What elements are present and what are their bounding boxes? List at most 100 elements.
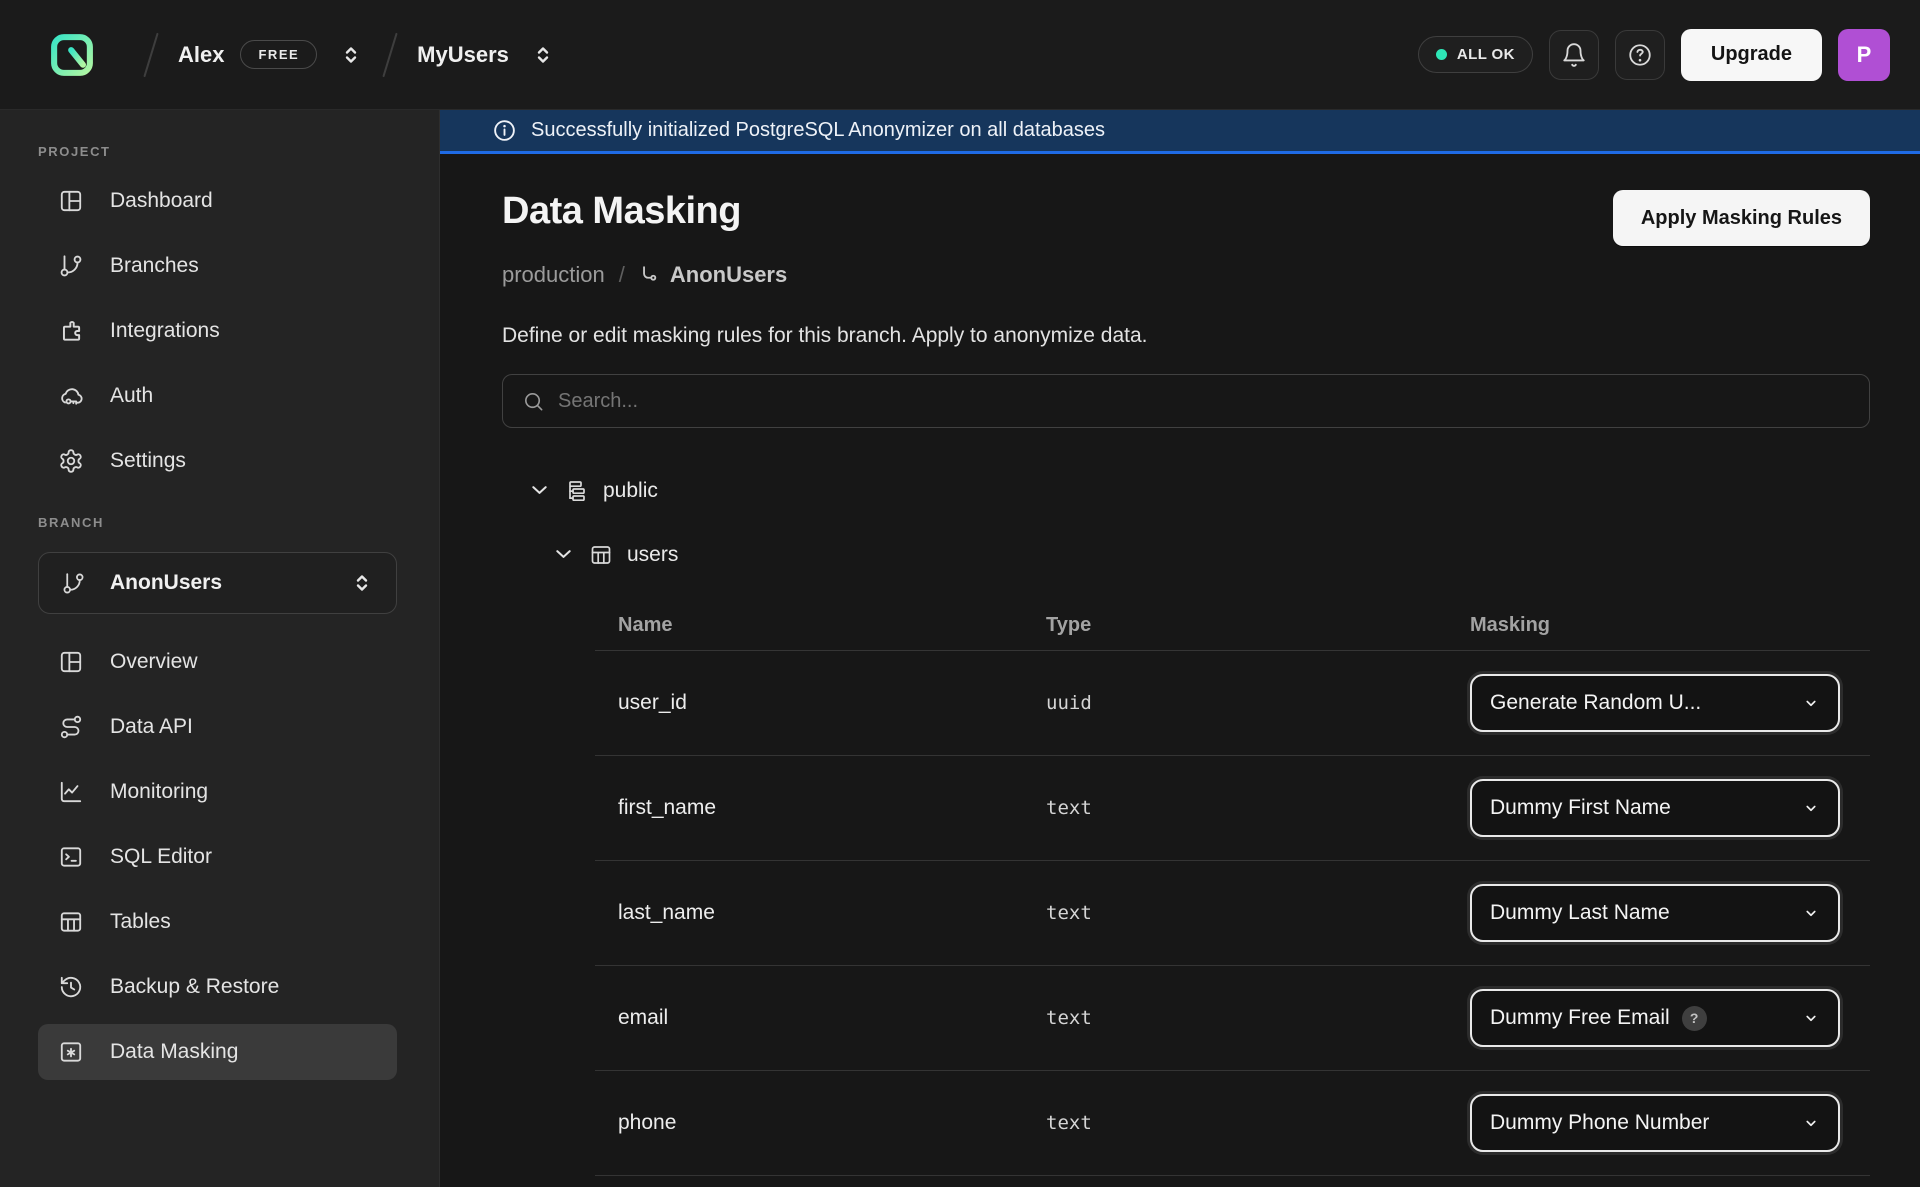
column-type: text <box>1046 797 1470 819</box>
column-type: text <box>1046 902 1470 924</box>
sidebar-item-label: Settings <box>110 449 186 473</box>
masking-rule-select[interactable]: Dummy First Name <box>1470 779 1840 837</box>
chevrons-up-down-icon <box>531 43 555 67</box>
sidebar-item-sql-editor[interactable]: SQL Editor <box>38 829 397 885</box>
org-name: Alex <box>178 42 224 68</box>
help-button[interactable] <box>1615 30 1665 80</box>
project-switcher[interactable]: MyUsers <box>417 42 555 68</box>
branch-nav: Overview Data API Monitoring SQL Edi <box>38 634 397 1080</box>
sidebar-item-label: Tables <box>110 910 171 934</box>
search-icon <box>522 390 545 413</box>
chevron-down-icon <box>1802 1009 1820 1027</box>
table-name: users <box>627 543 678 567</box>
masking-rule-value: Dummy Last Name <box>1490 901 1670 925</box>
cloud-key-icon <box>58 383 84 409</box>
table-row-last-name: last_name text Dummy Last Name <box>595 861 1870 966</box>
breadcrumb: production / AnonUsers <box>502 262 1870 288</box>
sidebar-item-label: Monitoring <box>110 780 208 804</box>
search-input[interactable] <box>558 390 1850 413</box>
sidebar-item-label: Dashboard <box>110 189 213 213</box>
sidebar-item-settings[interactable]: Settings <box>38 433 397 489</box>
status-pill[interactable]: ALL OK <box>1418 36 1533 73</box>
column-type: text <box>1046 1112 1470 1134</box>
upgrade-button[interactable]: Upgrade <box>1681 29 1822 81</box>
gear-icon <box>58 448 84 474</box>
column-name: user_id <box>595 691 1046 715</box>
table-icon <box>58 909 84 935</box>
notifications-button[interactable] <box>1549 30 1599 80</box>
breadcrumb-current-branch[interactable]: AnonUsers <box>639 262 787 288</box>
column-header-masking: Masking <box>1470 614 1870 637</box>
chevron-down-icon <box>528 479 551 502</box>
plan-badge: FREE <box>240 40 317 69</box>
column-name: phone <box>595 1111 1046 1135</box>
masking-rule-value: Generate Random U... <box>1490 691 1701 715</box>
columns-table-header: Name Type Masking <box>595 601 1870 651</box>
bell-icon <box>1561 42 1587 68</box>
column-header-name: Name <box>595 614 1046 637</box>
user-avatar[interactable]: P <box>1838 29 1890 81</box>
sidebar-item-data-masking[interactable]: Data Masking <box>38 1024 397 1080</box>
page-title: Data Masking <box>502 190 741 233</box>
org-switcher[interactable]: Alex FREE <box>178 40 363 69</box>
masking-rule-value: Dummy Phone Number <box>1490 1111 1709 1135</box>
tree-node-schema[interactable]: public <box>502 468 1870 513</box>
topbar-separator <box>143 32 158 77</box>
column-type: text <box>1046 1007 1470 1029</box>
sidebar-item-label: Integrations <box>110 319 220 343</box>
sidebar-item-monitoring[interactable]: Monitoring <box>38 764 397 820</box>
tree-node-table[interactable]: users <box>502 532 1870 577</box>
table-row-user-id: user_id uuid Generate Random U... <box>595 651 1870 756</box>
sidebar-item-label: Branches <box>110 254 199 278</box>
table-row-phone: phone text Dummy Phone Number <box>595 1071 1870 1176</box>
sidebar-item-auth[interactable]: Auth <box>38 368 397 424</box>
apply-masking-rules-button[interactable]: Apply Masking Rules <box>1613 190 1870 246</box>
columns-table: Name Type Masking user_id uuid Generate … <box>595 601 1870 1176</box>
status-ok-dot <box>1436 49 1447 60</box>
sidebar-item-dashboard[interactable]: Dashboard <box>38 173 397 229</box>
masking-rule-select[interactable]: Generate Random U... <box>1470 674 1840 732</box>
project-nav: Dashboard Branches Integrations Auth <box>38 173 397 489</box>
sidebar-item-tables[interactable]: Tables <box>38 894 397 950</box>
history-icon <box>58 974 84 1000</box>
masking-rule-select[interactable]: Dummy Last Name <box>1470 884 1840 942</box>
breadcrumb-parent[interactable]: production <box>502 262 605 288</box>
sidebar-item-label: Auth <box>110 384 153 408</box>
column-header-type: Type <box>1046 614 1470 637</box>
chevrons-up-down-icon <box>339 43 363 67</box>
status-label: ALL OK <box>1457 46 1515 63</box>
success-banner: Successfully initialized PostgreSQL Anon… <box>440 110 1920 154</box>
git-branch-icon <box>61 571 86 596</box>
chevron-down-icon <box>552 543 575 566</box>
sidebar-item-integrations[interactable]: Integrations <box>38 303 397 359</box>
sidebar-item-label: Backup & Restore <box>110 975 279 999</box>
terminal-window-icon <box>58 844 84 870</box>
project-name: MyUsers <box>417 42 509 68</box>
column-name: first_name <box>595 796 1046 820</box>
main-content: Successfully initialized PostgreSQL Anon… <box>440 110 1920 1187</box>
column-name: last_name <box>595 901 1046 925</box>
overview-icon <box>58 649 84 675</box>
schema-icon <box>565 479 589 503</box>
masking-rule-value: Dummy First Name <box>1490 796 1671 820</box>
sidebar: PROJECT Dashboard Branches Integrations <box>0 110 440 1187</box>
column-type: uuid <box>1046 692 1470 714</box>
topbar: Alex FREE MyUsers ALL OK <box>0 0 1920 110</box>
sidebar-item-branches[interactable]: Branches <box>38 238 397 294</box>
masking-rule-select[interactable]: Dummy Free Email ? <box>1470 989 1840 1047</box>
schema-name: public <box>603 479 658 503</box>
search-box <box>502 374 1870 428</box>
puzzle-icon <box>58 318 84 344</box>
masking-help-badge[interactable]: ? <box>1682 1006 1707 1031</box>
branch-selector[interactable]: AnonUsers <box>38 552 397 614</box>
masking-rule-value: Dummy Free Email <box>1490 1006 1670 1030</box>
git-branch-icon <box>58 253 84 279</box>
masking-rule-select[interactable]: Dummy Phone Number <box>1470 1094 1840 1152</box>
breadcrumb-current-label: AnonUsers <box>670 262 787 288</box>
sidebar-item-data-api[interactable]: Data API <box>38 699 397 755</box>
chart-line-icon <box>58 779 84 805</box>
sidebar-item-backup-restore[interactable]: Backup & Restore <box>38 959 397 1015</box>
sidebar-item-overview[interactable]: Overview <box>38 634 397 690</box>
info-icon <box>492 118 517 143</box>
neon-logo-icon[interactable] <box>46 29 98 81</box>
